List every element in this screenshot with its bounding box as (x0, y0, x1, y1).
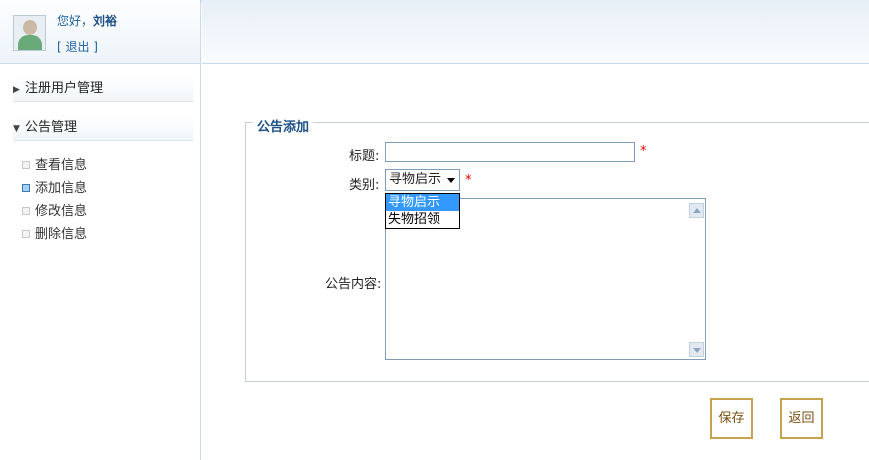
category-dropdown-list: 寻物启示 失物招领 (385, 193, 460, 229)
sidebar-item-label: 添加信息 (35, 181, 88, 196)
arrow-up-icon (693, 208, 701, 213)
bullet-icon (22, 161, 30, 169)
user-panel: 您好，刘裕 [ 退出 ] (0, 0, 200, 64)
bullet-icon (22, 184, 30, 192)
chevron-down-icon (447, 178, 455, 183)
category-select[interactable]: 寻物启示 (385, 169, 460, 191)
sidebar-group-label: 注册用户管理 (25, 81, 104, 96)
greeting-text: 您好， (57, 14, 94, 28)
sidebar-item-add[interactable]: 添加信息 (22, 177, 87, 200)
scroll-up-button[interactable] (689, 203, 704, 218)
arrow-down-icon (693, 348, 701, 353)
sidebar-item-view[interactable]: 查看信息 (22, 154, 87, 177)
user-name: 刘裕 (93, 14, 118, 28)
sidebar-group-announcement[interactable]: ▼ 公告管理 (13, 115, 193, 141)
sidebar-item-label: 修改信息 (35, 204, 88, 219)
sidebar-sub-list: 查看信息 添加信息 修改信息 删除信息 (22, 154, 87, 246)
bullet-icon (22, 230, 30, 238)
required-mark: * (465, 173, 472, 188)
dropdown-option[interactable]: 寻物启示 (386, 194, 459, 211)
sidebar-item-delete[interactable]: 删除信息 (22, 223, 87, 246)
scroll-down-button[interactable] (689, 342, 704, 357)
sidebar-item-label: 查看信息 (35, 158, 88, 173)
sidebar-item-edit[interactable]: 修改信息 (22, 200, 87, 223)
caret-right-icon: ▶ (13, 85, 20, 95)
form-legend: 公告添加 (253, 116, 314, 135)
content-label: 公告内容: (325, 277, 382, 292)
sidebar: 您好，刘裕 [ 退出 ] ▶ 注册用户管理 ▼ 公告管理 查看信息 添加信息 修改信… (0, 0, 201, 460)
dropdown-option[interactable]: 失物招领 (386, 211, 459, 228)
save-button[interactable]: 保存 (710, 398, 753, 439)
avatar (13, 15, 46, 51)
back-button[interactable]: 返回 (780, 398, 823, 439)
header-band (202, 0, 869, 64)
title-label: 标题: (349, 149, 380, 164)
greeting: 您好，刘裕 (57, 12, 117, 29)
avatar-head (23, 20, 37, 35)
sidebar-group-user-management[interactable]: ▶ 注册用户管理 (13, 76, 193, 102)
title-input[interactable] (385, 142, 635, 162)
logout-link[interactable]: [ 退出 ] (57, 38, 98, 55)
bullet-icon (22, 207, 30, 215)
category-selected-value: 寻物启示 (389, 172, 442, 187)
category-label: 类别: (349, 178, 380, 193)
caret-down-icon: ▼ (13, 124, 20, 134)
scrollbar[interactable] (688, 199, 705, 359)
sidebar-group-label: 公告管理 (25, 120, 78, 135)
avatar-body (18, 35, 42, 50)
sidebar-item-label: 删除信息 (35, 227, 88, 242)
required-mark: * (640, 144, 647, 159)
